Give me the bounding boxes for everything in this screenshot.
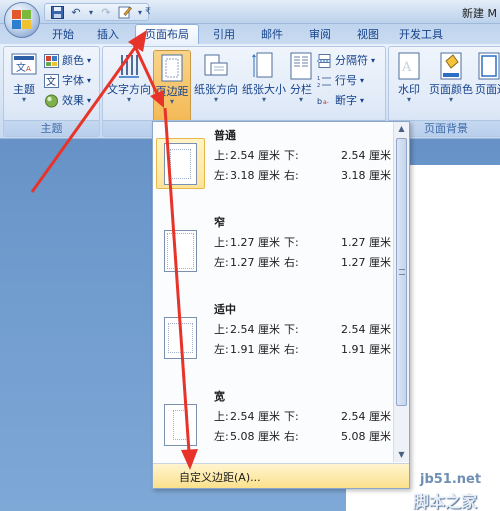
redo-icon[interactable]: ↷: [98, 4, 114, 20]
chevron-down-icon: ▾: [360, 96, 365, 105]
scrollbar-thumb[interactable]: [396, 138, 407, 406]
tab-references[interactable]: 引用: [202, 26, 246, 44]
margin-preset-moderate[interactable]: 适中 上: 2.54 厘米 下: 2.54 厘米 左: 1.91 厘米 右: 1…: [153, 296, 393, 379]
chevron-down-icon: ▾: [360, 76, 365, 85]
dropdown-icon[interactable]: ▾: [87, 4, 95, 20]
margin-preset-narrow[interactable]: 窄 上: 1.27 厘米 下: 1.27 厘米 左: 1.27 厘米 右: 1.…: [153, 209, 393, 292]
custom-margins-item[interactable]: 自定义边距(A)...: [153, 463, 409, 488]
columns-button[interactable]: 分栏 ▾: [287, 51, 315, 104]
line-numbers-button[interactable]: 12 行号 ▾: [317, 72, 364, 89]
chevron-down-icon: ▾: [87, 76, 92, 85]
title-bar: ↶ ▾ ↷ ▾ ₹ 新建 M: [0, 0, 500, 24]
page-color-button[interactable]: 页面颜色 ▾: [427, 51, 475, 104]
color-palette-icon: [44, 53, 59, 68]
theme-group: 文A 主题 ▾ 颜色 ▾ 文 字体 ▾ 效果 ▾ 主题: [3, 46, 100, 137]
margin-preset-normal[interactable]: 普通 上: 2.54 厘米 下: 2.54 厘米 左: 3.18 厘米 右: 3…: [153, 122, 393, 205]
grip-icon: [399, 269, 405, 275]
svg-text:a-: a-: [323, 99, 329, 106]
watermark-url: jb51.net: [420, 472, 482, 487]
theme-effects-button[interactable]: 效果 ▾: [44, 92, 91, 109]
margins-dropdown: 普通 上: 2.54 厘米 下: 2.54 厘米 左: 3.18 厘米 右: 3…: [152, 121, 410, 489]
chevron-down-icon: ▾: [298, 95, 303, 104]
columns-icon: [288, 51, 314, 81]
tab-mailings[interactable]: 邮件: [250, 26, 294, 44]
margins-icon: [159, 53, 185, 83]
quick-access-toolbar: ↶ ▾ ↷ ▾: [44, 3, 149, 21]
tab-insert[interactable]: 插入: [86, 26, 130, 44]
orientation-button[interactable]: 纸张方向 ▾: [191, 51, 241, 104]
theme-group-label: 主题: [4, 120, 99, 136]
svg-text:2: 2: [317, 83, 320, 88]
scroll-up-icon[interactable]: ▲: [396, 122, 407, 136]
margin-thumbnail: [156, 138, 205, 189]
ribbon-tab-row: 开始 插入 页面布局 引用 邮件 审阅 视图 开发工具: [0, 24, 500, 45]
tab-developer[interactable]: 开发工具: [392, 26, 450, 44]
svg-text:文: 文: [16, 61, 26, 74]
margin-thumbnail: [156, 225, 205, 276]
page-borders-button[interactable]: 页面边框: [475, 51, 500, 96]
office-button[interactable]: [4, 2, 40, 38]
page-size-button[interactable]: 纸张大小 ▾: [239, 51, 289, 104]
margin-thumbnail: [156, 399, 205, 450]
tab-review[interactable]: 审阅: [298, 26, 342, 44]
chevron-down-icon: ▾: [126, 95, 131, 104]
margin-thumbnail: [156, 312, 205, 363]
hyphenation-button[interactable]: b a- 断字 ▾: [317, 92, 364, 109]
margin-preset-wide[interactable]: 宽 上: 2.54 厘米 下: 2.54 厘米 左: 5.08 厘米 右: 5.…: [153, 383, 393, 466]
breaks-icon: [317, 53, 332, 68]
page-color-icon: [438, 51, 464, 81]
undo-icon[interactable]: ↶: [68, 4, 84, 20]
hyphenation-icon: b a-: [317, 94, 332, 108]
watermark-icon: A: [396, 51, 422, 81]
themes-button[interactable]: 文A 主题 ▾: [6, 51, 42, 104]
edit-icon[interactable]: [117, 4, 133, 20]
orientation-icon: [203, 51, 229, 81]
chevron-down-icon: ▾: [169, 97, 174, 106]
svg-text:文: 文: [46, 75, 56, 88]
watermark-logo-text: 脚本之家: [413, 492, 478, 511]
page-size-icon: [251, 51, 277, 81]
theme-colors-button[interactable]: 颜色 ▾: [44, 52, 91, 69]
svg-text:1: 1: [317, 76, 320, 82]
chevron-down-icon: ▾: [213, 95, 218, 104]
svg-text:A: A: [26, 65, 31, 73]
chevron-down-icon: ▾: [448, 95, 453, 104]
office-logo-icon: [12, 10, 32, 30]
customize-icon[interactable]: ₹: [140, 4, 156, 20]
page-borders-icon: [476, 51, 500, 81]
themes-icon: 文A: [11, 51, 37, 81]
text-direction-button[interactable]: 文字方向 ▾: [105, 51, 153, 104]
chevron-down-icon: ▾: [406, 95, 411, 104]
text-direction-icon: [116, 51, 142, 81]
theme-fonts-button[interactable]: 文 字体 ▾: [44, 72, 91, 89]
chevron-down-icon: ▾: [371, 56, 376, 65]
save-icon[interactable]: [49, 4, 65, 20]
svg-text:b: b: [317, 97, 322, 106]
line-numbers-icon: 12: [317, 74, 332, 89]
dropdown-scrollbar[interactable]: ▲ ▼: [393, 122, 409, 462]
chevron-down-icon: ▾: [87, 56, 92, 65]
tab-page-layout[interactable]: 页面布局: [135, 24, 199, 45]
watermark-button[interactable]: A 水印 ▾: [391, 51, 427, 104]
breaks-button[interactable]: 分隔符 ▾: [317, 52, 375, 69]
window-title: 新建 M: [462, 7, 497, 20]
tab-home[interactable]: 开始: [42, 26, 84, 44]
chevron-down-icon: ▾: [261, 95, 266, 104]
effects-icon: [44, 94, 59, 108]
chevron-down-icon: ▾: [21, 95, 26, 104]
chevron-down-icon: ▾: [87, 96, 92, 105]
tab-view[interactable]: 视图: [346, 26, 390, 44]
font-icon: 文: [44, 73, 59, 88]
svg-text:A: A: [401, 60, 412, 75]
scroll-down-icon[interactable]: ▼: [396, 448, 407, 462]
